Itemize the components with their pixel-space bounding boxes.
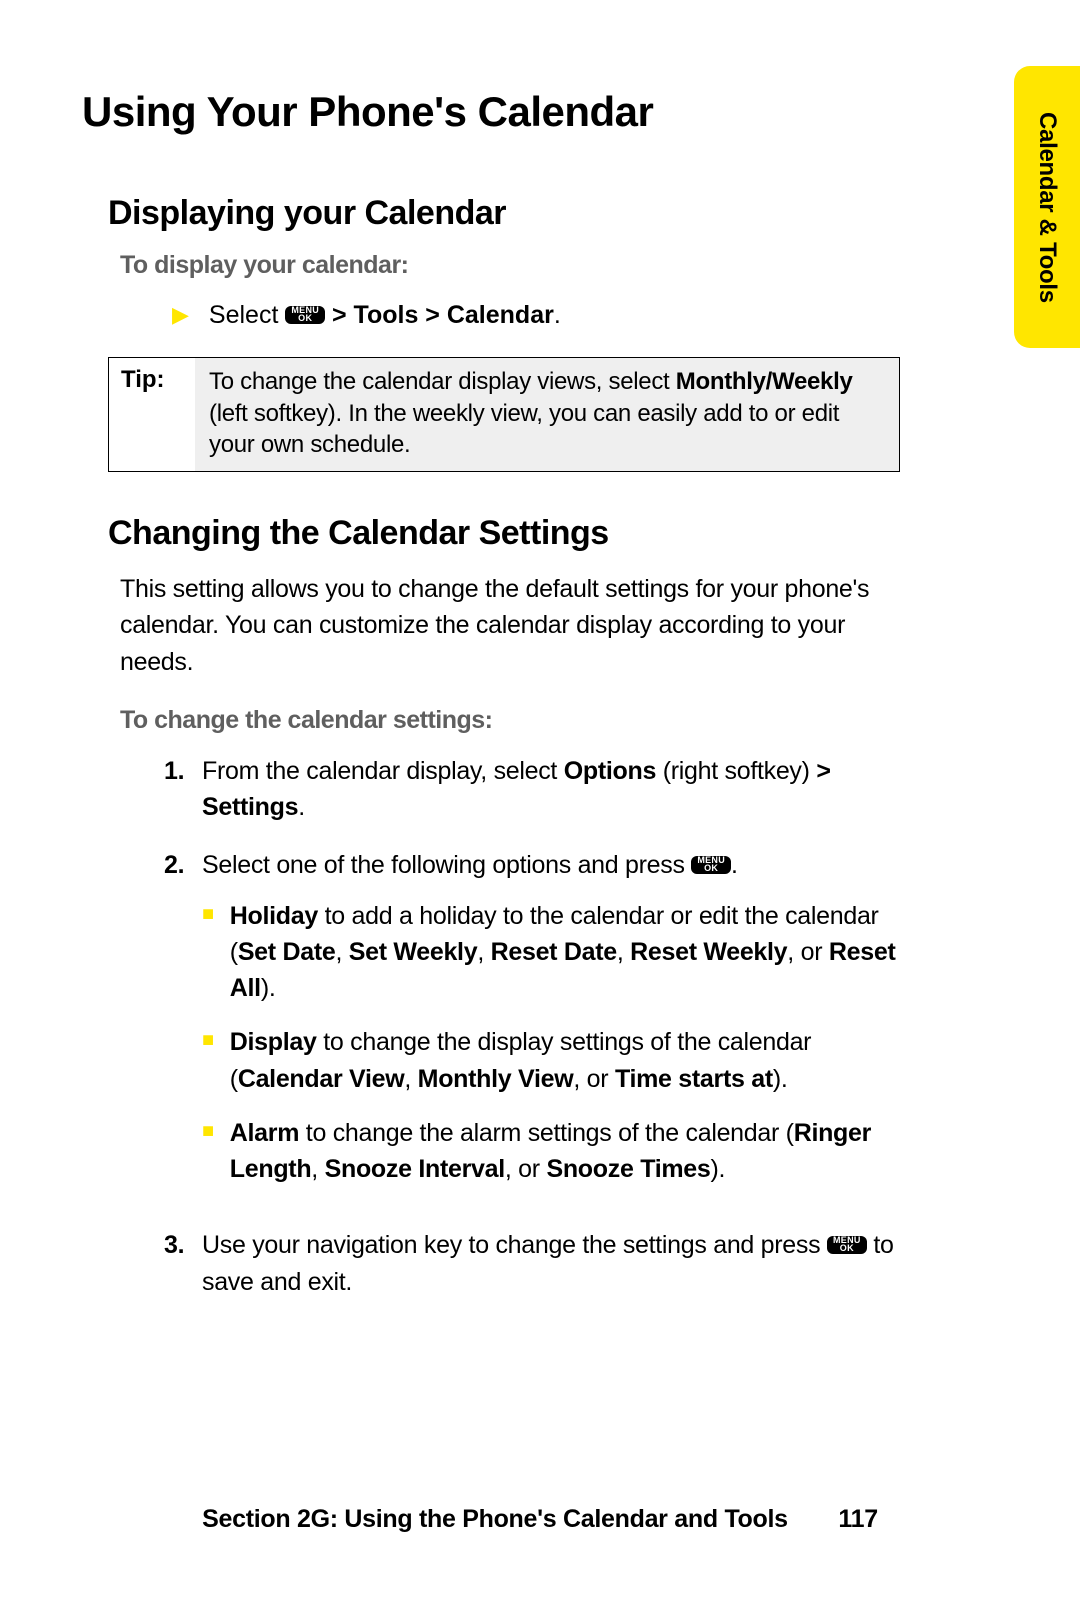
text: , (617, 938, 630, 966)
step-number: 3. (164, 1227, 202, 1300)
option-holiday: ■ Holiday to add a holiday to the calend… (202, 898, 904, 1007)
text: To change the calendar display views, se… (209, 368, 676, 395)
step-select-tools-calendar: ▶ Select MENUOK > Tools > Calendar. (172, 298, 902, 333)
step-number: 1. (164, 753, 202, 826)
option-body: Display to change the display settings o… (230, 1024, 904, 1097)
text: , (477, 938, 490, 966)
text: . (298, 793, 305, 821)
text: , or (787, 938, 829, 966)
section-tab: Calendar & Tools (1014, 66, 1080, 348)
footer-section: Section 2G: Using the Phone's Calendar a… (202, 1505, 788, 1533)
text: ). (773, 1065, 788, 1093)
page-footer: Section 2G: Using the Phone's Calendar a… (0, 1505, 1080, 1534)
lead-change-settings: To change the calendar settings: (120, 706, 902, 735)
menu-ok-key-icon: MENUOK (285, 306, 325, 324)
text-bold: Reset Date (491, 938, 617, 966)
option-body: Alarm to change the alarm settings of th… (230, 1115, 904, 1188)
option-body: Holiday to add a holiday to the calendar… (230, 898, 904, 1007)
page-number: 117 (838, 1505, 877, 1534)
text-bold: Calendar View (238, 1065, 405, 1093)
text: , (311, 1155, 324, 1183)
text-bold: Snooze Times (546, 1155, 710, 1183)
text: (right softkey) (656, 757, 816, 785)
play-icon: ▶ (172, 298, 189, 333)
page-content: Using Your Phone's Calendar Displaying y… (82, 88, 902, 1322)
step-body: Select one of the following options and … (202, 847, 904, 1205)
text-bold: Options (564, 757, 656, 785)
text-bold: Time starts at (615, 1065, 773, 1093)
text-bold: Monthly/Weekly (676, 368, 853, 395)
text-bold: Holiday (230, 902, 318, 930)
text: . (731, 851, 738, 879)
menu-ok-key-icon: MENUOK (691, 856, 731, 874)
step-1: 1. From the calendar display, select Opt… (164, 753, 904, 826)
square-bullet-icon: ■ (202, 898, 214, 1007)
text: . (554, 301, 561, 329)
step-number: 2. (164, 847, 202, 1205)
section-tab-label: Calendar & Tools (1033, 112, 1061, 303)
numbered-steps: 1. From the calendar display, select Opt… (164, 753, 904, 1300)
subheading-displaying: Displaying your Calendar (108, 194, 902, 233)
step-body: Use your navigation key to change the se… (202, 1227, 904, 1300)
text: , (335, 938, 348, 966)
breadcrumb-path: > Tools > Calendar (325, 301, 554, 329)
text: Select one of the following options and … (202, 851, 691, 879)
text: From the calendar display, select (202, 757, 564, 785)
text-bold: Alarm (230, 1119, 299, 1147)
square-bullet-icon: ■ (202, 1115, 214, 1188)
text-bold: Set Date (238, 938, 336, 966)
text: , or (505, 1155, 547, 1183)
page-title: Using Your Phone's Calendar (82, 88, 902, 136)
text: , (404, 1065, 417, 1093)
option-display: ■ Display to change the display settings… (202, 1024, 904, 1097)
text-bold: Reset Weekly (630, 938, 787, 966)
option-sublist: ■ Holiday to add a holiday to the calend… (202, 898, 904, 1188)
option-alarm: ■ Alarm to change the alarm settings of … (202, 1115, 904, 1188)
text-bold: Snooze Interval (325, 1155, 505, 1183)
tip-body: To change the calendar display views, se… (195, 358, 899, 471)
text-bold: Display (230, 1028, 317, 1056)
menu-ok-key-icon: MENUOK (827, 1236, 867, 1254)
text: Use your navigation key to change the se… (202, 1231, 827, 1259)
text: to change the alarm settings of the cale… (299, 1119, 794, 1147)
tip-label: Tip: (109, 358, 195, 471)
step-2: 2. Select one of the following options a… (164, 847, 904, 1205)
step-body: From the calendar display, select Option… (202, 753, 904, 826)
paragraph-intro: This setting allows you to change the de… (120, 571, 902, 680)
text-bold: Monthly View (418, 1065, 574, 1093)
step-text: Select MENUOK > Tools > Calendar. (209, 298, 561, 333)
text: , or (573, 1065, 615, 1093)
tip-box: Tip: To change the calendar display view… (108, 357, 900, 472)
text: ). (261, 974, 276, 1002)
step-3: 3. Use your navigation key to change the… (164, 1227, 904, 1300)
lead-display-calendar: To display your calendar: (120, 251, 902, 280)
text: ). (711, 1155, 726, 1183)
text: Select (209, 301, 285, 329)
text: (left softkey). In the weekly view, you … (209, 400, 839, 459)
text-bold: Set Weekly (349, 938, 478, 966)
subheading-changing-settings: Changing the Calendar Settings (108, 514, 902, 553)
square-bullet-icon: ■ (202, 1024, 214, 1097)
